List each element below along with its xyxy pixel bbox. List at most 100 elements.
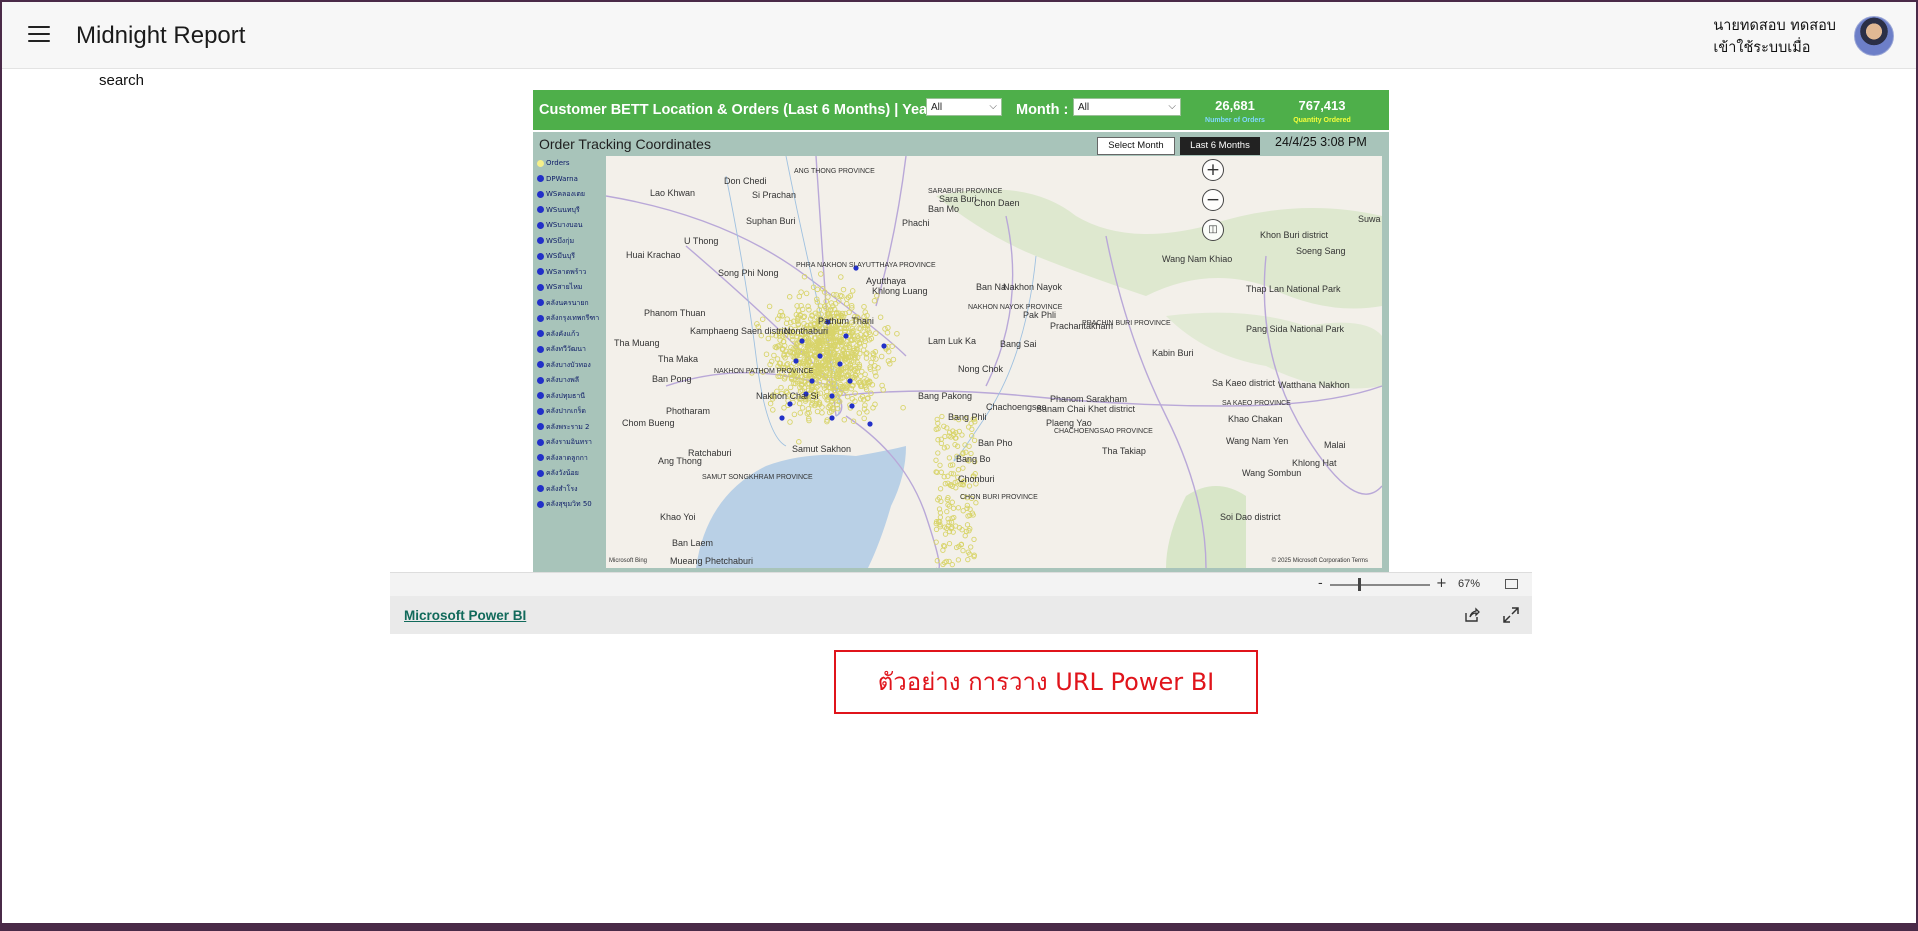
legend-item[interactable]: WSบางบอน [537,218,607,234]
order-point [959,432,965,438]
legend-item[interactable]: คลังพระราม 2 [537,420,607,436]
year-select[interactable]: All ⌵ [926,98,1002,116]
power-bi-link[interactable]: Microsoft Power BI [404,608,526,623]
legend-item[interactable]: คลังสำโรง [537,482,607,498]
fit-to-page-icon[interactable] [1505,579,1518,589]
order-point [791,411,798,418]
warehouse-point[interactable] [787,401,793,407]
legend-item[interactable]: Orders [537,156,607,172]
order-point [946,455,953,461]
warehouse-point[interactable] [793,358,799,364]
legend-dot-icon [537,438,544,446]
legend-item[interactable]: คลังคังแก้ว [537,327,607,343]
legend-item[interactable]: WSคลองเตย [537,187,607,203]
last-6-months-button[interactable]: Last 6 Months [1180,137,1260,155]
zoom-slider-track[interactable] [1330,584,1430,586]
zoom-in-button[interactable]: + [1436,576,1447,591]
avatar[interactable] [1854,16,1894,56]
search-label[interactable]: search [99,72,144,89]
order-point [880,387,886,393]
warehouse-point[interactable] [809,378,815,384]
map-canvas[interactable]: Don Chedi Sara Buri Phachi U Thong Song Phi … [606,156,1382,568]
order-point [949,499,955,505]
legend-item[interactable]: WSบึงกุ่ม [537,234,607,250]
legend-dot-icon [537,454,544,461]
legend-dot-icon [537,500,544,508]
warehouse-point[interactable] [799,338,805,344]
order-point [814,408,821,415]
order-point [861,415,867,422]
legend-item[interactable]: คลังวังน้อย [537,466,607,482]
warehouse-point[interactable] [849,403,855,409]
hamburger-menu-icon[interactable] [28,26,50,44]
warehouse-point[interactable] [829,393,835,399]
warehouse-point[interactable] [881,343,887,349]
order-point [870,355,876,361]
map-copyright[interactable]: © 2025 Microsoft Corporation Terms [1272,558,1368,564]
legend-label: คลังคังแก้ว [546,329,580,338]
legend-label: WSมีนบุรี [546,252,575,260]
order-point [879,382,885,389]
month-select-value: All [1078,102,1090,113]
order-point [969,433,975,439]
zoom-in-icon[interactable]: + [1202,159,1224,181]
zoom-out-icon[interactable]: − [1202,189,1224,211]
map-place-label: Suphan Buri [746,216,796,226]
order-point [969,426,975,432]
legend-item[interactable]: WSสายไหม [537,280,607,296]
select-month-button[interactable]: Select Month [1097,137,1175,155]
order-point [885,348,892,355]
warehouse-point[interactable] [867,421,873,427]
user-info[interactable]: นายทดสอบ ทดสอบ เข้าใช้ระบบเมื่อ [1713,15,1836,59]
legend-item[interactable]: คลังกรุงเทพกรีฑา [537,311,607,327]
chevron-down-icon: ⌵ [989,101,997,112]
legend-item[interactable]: คลังบางพลี [537,373,607,389]
legend-item[interactable]: คลังรามอินทรา [537,435,607,451]
order-point [960,547,966,554]
map-place-label: Khlong Hat [1292,458,1337,468]
warehouse-point[interactable] [847,378,853,384]
order-point [798,289,804,295]
legend-item[interactable]: WSนนทบุรี [537,203,607,219]
legend-item[interactable]: คลังปทุมธานี [537,389,607,405]
legend-item[interactable]: คลังบางบัวทอง [537,358,607,374]
warehouse-point[interactable] [843,333,849,339]
legend-label: WSคลองเตย [546,190,585,198]
map-style-icon[interactable]: ◫ [1202,219,1224,241]
zoom-slider-thumb[interactable] [1358,578,1361,591]
share-icon[interactable] [1463,606,1481,624]
month-select[interactable]: All ⌵ [1073,98,1181,116]
order-point [944,444,950,450]
map-title: Order Tracking Coordinates [539,136,711,152]
order-point [973,500,979,506]
map-place-label: Soeng Sang [1296,246,1346,256]
legend-item[interactable]: คลังสุขุมวิท 50 [537,497,607,513]
order-point [882,326,888,332]
map-legend: Orders DPWarna WSคลองเตย WSนนทบุรี WSบางบอน W… [537,156,607,513]
order-point [966,443,972,449]
order-point [878,353,885,360]
legend-item[interactable]: คลังทวีวัฒนา [537,342,607,358]
legend-item[interactable]: คลังปากเกร็ด [537,404,607,420]
order-point [960,508,966,514]
warehouse-point[interactable] [837,361,843,367]
legend-item[interactable]: DPWarna [537,172,607,188]
legend-item[interactable]: WSลาดพร้าว [537,265,607,281]
zoom-out-button[interactable]: - [1318,576,1323,591]
order-point [856,410,863,416]
legend-item[interactable]: คลังลาดลูกกา [537,451,607,467]
map-place-label: Tha Maka [658,354,699,364]
legend-label: WSนนทบุรี [546,205,580,214]
fullscreen-icon[interactable] [1502,606,1520,624]
legend-label: คลังกรุงเทพกรีฑา [546,314,600,322]
order-point [955,557,962,563]
order-point [823,298,829,305]
warehouse-point[interactable] [829,415,835,421]
legend-item[interactable]: WSมีนบุรี [537,249,607,265]
legend-item[interactable]: คลังนครนายก [537,296,607,312]
warehouse-point[interactable] [817,353,823,359]
warehouse-point[interactable] [779,415,785,421]
order-point [796,400,803,407]
order-point [965,556,971,563]
order-point [781,405,787,411]
